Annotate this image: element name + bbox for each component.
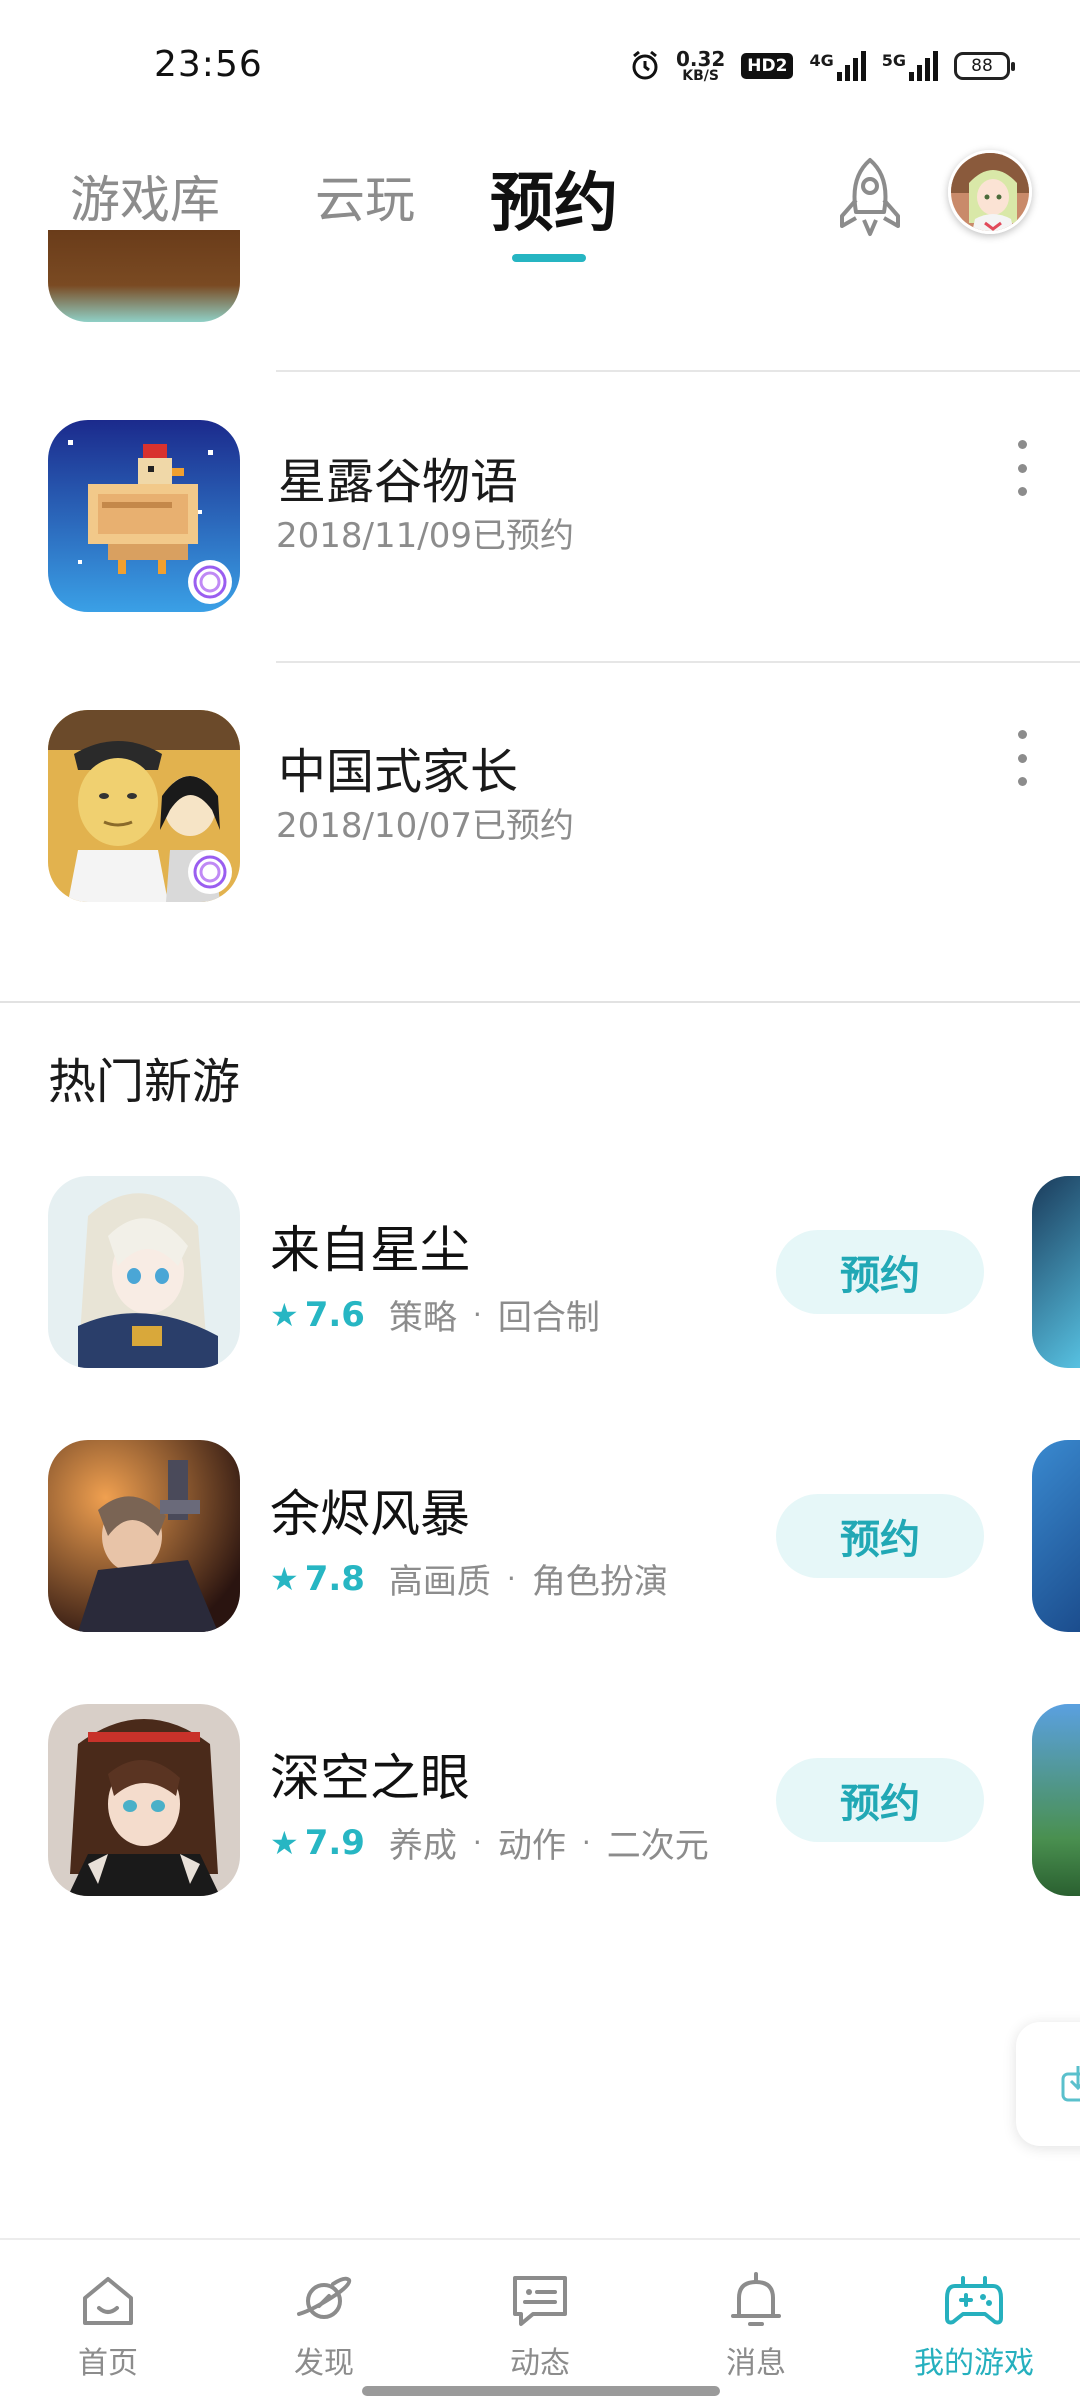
network-speed-value: 0.32 <box>675 47 726 71</box>
cloud-badge-icon <box>188 560 232 604</box>
gamepad-icon <box>945 2276 1003 2325</box>
game-icon-ember-storm <box>48 1440 240 1632</box>
star-icon: ★ <box>270 1559 299 1598</box>
nav-feed[interactable]: 动态 <box>470 2270 610 2382</box>
next-card-peek[interactable] <box>1032 1176 1080 1368</box>
active-tab-indicator <box>512 254 586 262</box>
hot-game-meta: ★ 7.6 策略 · 回合制 <box>270 1290 600 1339</box>
nav-label: 动态 <box>510 2346 570 2381</box>
more-options-icon[interactable] <box>1010 440 1034 496</box>
game-icon-aether-gazer <box>48 1704 240 1896</box>
reserve-button[interactable]: 预约 <box>776 1230 984 1314</box>
hot-game-score: 7.8 <box>304 1558 365 1599</box>
star-icon: ★ <box>270 1295 299 1334</box>
hot-game-score: 7.6 <box>304 1294 365 1335</box>
partial-game-icon[interactable] <box>48 230 240 322</box>
network-speed: 0.32 KB/S <box>676 49 725 83</box>
hot-game-tag: 动作 <box>497 1826 566 1866</box>
nav-my-games[interactable]: 我的游戏 <box>904 2270 1044 2382</box>
bell-icon <box>731 2272 781 2326</box>
hot-game-title: 余烬风暴 <box>270 1485 470 1543</box>
status-icons: 0.32 KB/S HD2 4G 5G 88 <box>630 44 1015 88</box>
network-speed-unit: KB/S <box>682 68 719 84</box>
bottom-nav: 首页 发现 动态 消息 我的游戏 <box>0 2238 1080 2400</box>
hot-game-tag: 角色扮演 <box>531 1562 668 1602</box>
tab-cloud-play[interactable]: 云玩 <box>315 160 415 232</box>
tag-separator: · <box>472 1298 482 1331</box>
tag-separator: · <box>506 1562 516 1595</box>
alarm-icon <box>632 50 658 80</box>
tag-separator: · <box>472 1826 482 1859</box>
reserved-game-date: 2018/10/07已预约 <box>276 806 574 846</box>
chat-icon <box>513 2276 567 2326</box>
hot-game-meta: ★ 7.9 养成 · 动作 · 二次元 <box>270 1818 709 1867</box>
signal-5g: 5G <box>882 51 938 81</box>
divider <box>276 661 1080 663</box>
home-icon <box>83 2277 133 2325</box>
hot-game-title: 来自星尘 <box>270 1221 470 1279</box>
status-bar: 23:56 0.32 KB/S HD2 4G 5G 88 <box>0 0 1080 130</box>
next-card-peek[interactable] <box>1032 1440 1080 1632</box>
signal-5g-label: 5G <box>881 51 906 70</box>
divider <box>276 370 1080 372</box>
status-time: 23:56 <box>154 44 263 85</box>
download-icon <box>1061 2066 1080 2102</box>
signal-bars-icon <box>836 51 866 81</box>
next-card-peek[interactable] <box>1032 1704 1080 1896</box>
stardew-valley-icon <box>48 420 240 612</box>
home-indicator[interactable] <box>362 2386 720 2396</box>
hot-game-tag: 回合制 <box>497 1298 600 1338</box>
cloud-badge-icon <box>188 850 232 894</box>
reserved-game-title: 星露谷物语 <box>278 454 519 510</box>
nav-home[interactable]: 首页 <box>38 2270 178 2382</box>
hot-game-score: 7.9 <box>304 1822 365 1863</box>
rocket-icon[interactable] <box>832 156 908 240</box>
hot-game-item[interactable]: 深空之眼 ★ 7.9 养成 · 动作 · 二次元 预约 <box>0 1704 1080 1896</box>
reserved-game-date: 2018/11/09已预约 <box>276 516 574 556</box>
hd-badge: HD2 <box>741 53 794 79</box>
planet-icon <box>297 2276 352 2319</box>
chinese-parents-icon <box>48 710 240 902</box>
user-avatar[interactable] <box>948 150 1032 234</box>
hot-game-tag: 养成 <box>388 1826 457 1866</box>
reserve-button[interactable]: 预约 <box>776 1758 984 1842</box>
game-icon-stardust <box>48 1176 240 1368</box>
hot-game-item[interactable]: 余烬风暴 ★ 7.8 高画质 · 角色扮演 预约 <box>0 1440 1080 1632</box>
hot-game-tag: 高画质 <box>388 1562 491 1602</box>
tab-game-library[interactable]: 游戏库 <box>70 160 220 232</box>
section-divider <box>0 1001 1080 1003</box>
nav-discover[interactable]: 发现 <box>254 2270 394 2382</box>
signal-bars-icon <box>909 51 938 81</box>
star-icon: ★ <box>270 1823 299 1862</box>
reserved-game-title: 中国式家长 <box>278 744 519 800</box>
hot-game-title: 深空之眼 <box>270 1749 470 1807</box>
nav-label: 首页 <box>78 2346 138 2381</box>
nav-label: 我的游戏 <box>914 2346 1034 2381</box>
reserved-game-item[interactable]: 中国式家长 2018/10/07已预约 <box>0 710 1080 910</box>
tab-reserve[interactable]: 预约 <box>490 152 618 244</box>
nav-messages[interactable]: 消息 <box>686 2270 826 2382</box>
signal-4g-label: 4G <box>809 51 834 70</box>
hot-game-tag: 二次元 <box>606 1826 709 1866</box>
tag-separator: · <box>581 1826 591 1859</box>
nav-label: 消息 <box>726 2346 786 2381</box>
hot-game-tag: 策略 <box>388 1298 457 1338</box>
nav-label: 发现 <box>294 2346 354 2381</box>
hot-new-games-title: 热门新游 <box>48 1054 241 1110</box>
reserve-button[interactable]: 预约 <box>776 1494 984 1578</box>
more-options-icon[interactable] <box>1010 730 1034 786</box>
hot-game-item[interactable]: 来自星尘 ★ 7.6 策略 · 回合制 预约 <box>0 1176 1080 1368</box>
hot-game-meta: ★ 7.8 高画质 · 角色扮演 <box>270 1554 668 1603</box>
floating-download-button[interactable] <box>1016 2022 1080 2146</box>
battery-icon: 88 <box>954 52 1015 80</box>
reserved-game-item[interactable]: 星露谷物语 2018/11/09已预约 <box>0 420 1080 620</box>
signal-4g: 4G <box>809 51 866 81</box>
